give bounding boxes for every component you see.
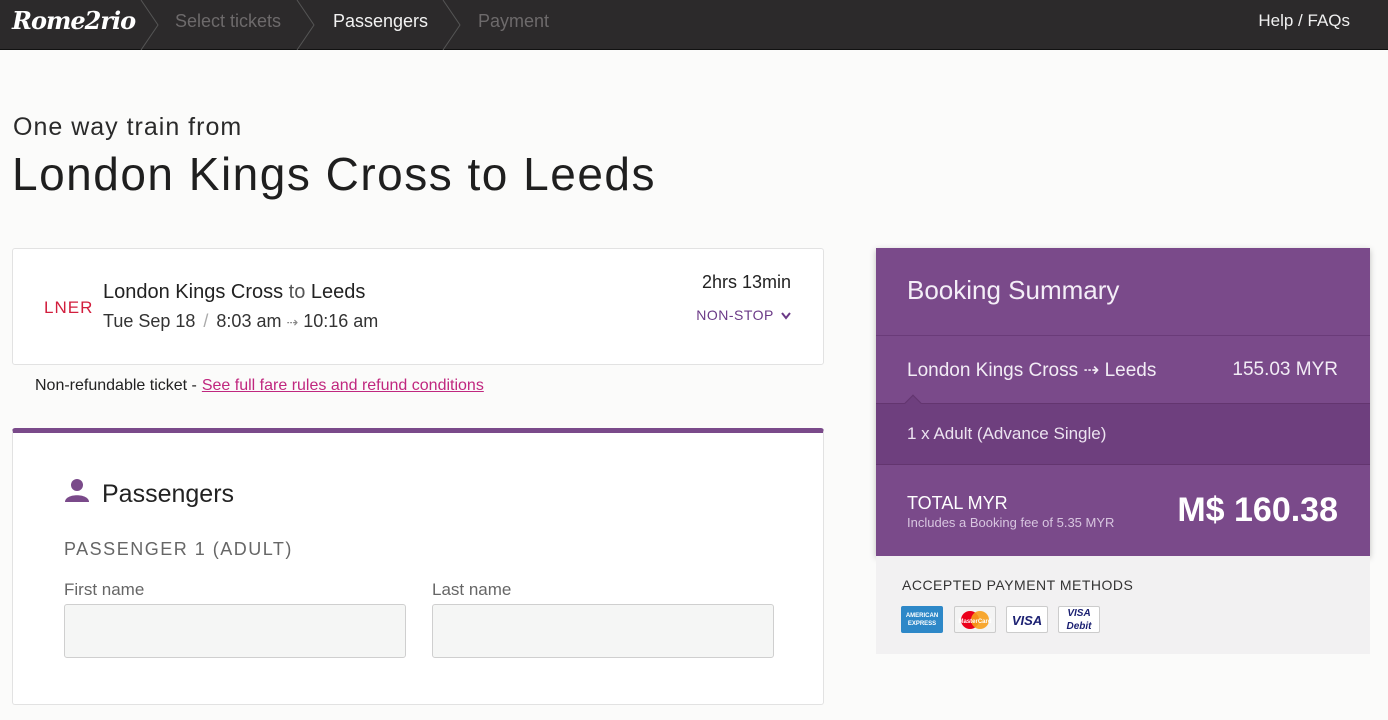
booking-fee-note: Includes a Booking fee of 5.35 MYR <box>907 515 1115 530</box>
passenger-1-heading: PASSENGER 1 (ADULT) <box>64 539 293 559</box>
trip-duration: 2hrs 13min <box>701 272 791 292</box>
payment-methods: ACCEPTED PAYMENT METHODS AMERICAN EXPRES… <box>876 556 1370 654</box>
rome2rio-logo[interactable]: Rome2rio <box>12 6 136 35</box>
passengers-heading: Passengers <box>102 480 235 508</box>
last-name-field[interactable] <box>432 604 774 658</box>
summary-passenger-row: 1 x Adult (Advance Single) <box>876 394 1370 465</box>
non-stop-label: NON-STOP <box>696 307 774 323</box>
fare-rules-link[interactable]: See full fare rules and refund condition… <box>202 377 484 394</box>
summary-title: Booking Summary <box>907 275 1120 305</box>
passengers-card: Passengers PASSENGER 1 (ADULT) First nam… <box>12 428 824 705</box>
fare-notice: Non-refundable ticket - See full fare rul… <box>35 377 484 395</box>
first-name-field[interactable] <box>64 604 406 658</box>
summary-route-price: 155.03 MYR <box>1232 359 1338 380</box>
trip-card: LNER London Kings Cross to Leeds Tue Sep… <box>12 248 824 365</box>
booking-summary: Booking Summary London Kings Cross ⇢ Lee… <box>876 248 1370 556</box>
dotted-arrow-icon: ⇢ <box>286 314 299 330</box>
trip-route: London Kings Cross to Leeds <box>103 281 365 304</box>
payment-methods-label: ACCEPTED PAYMENT METHODS <box>902 577 1134 593</box>
amex-card-icon: AMERICAN EXPRESS <box>901 606 943 633</box>
trip-date: Tue Sep 18 <box>103 311 196 331</box>
page-title: London Kings Cross to Leeds <box>12 148 657 200</box>
summary-route-row: London Kings Cross ⇢ Leeds 155.03 MYR <box>876 336 1370 403</box>
total-amount: M$ 160.38 <box>1177 491 1338 529</box>
trip-destination: Leeds <box>310 281 366 303</box>
step-payment: Payment <box>478 11 550 31</box>
svg-text:MasterCard: MasterCard <box>958 619 991 625</box>
trip-arrive-time: 10:16 am <box>303 311 379 331</box>
summary-passenger-line: 1 x Adult (Advance Single) <box>907 424 1107 443</box>
mastercard-card-icon: MasterCard <box>954 606 996 633</box>
operator-logo: LNER <box>44 298 94 317</box>
step-passengers[interactable]: Passengers <box>333 0 428 50</box>
trip-to-word: to <box>288 281 306 303</box>
breadcrumb-separator-icon <box>140 0 159 50</box>
person-icon <box>65 479 89 502</box>
help-faqs-link[interactable]: Help / FAQs <box>1258 0 1350 42</box>
trip-schedule: Tue Sep 18/8:03 am ⇢ 10:16 am <box>103 311 379 331</box>
summary-header: Booking Summary <box>876 248 1370 336</box>
total-label: TOTAL MYR <box>907 493 1008 513</box>
last-name-label: Last name <box>432 580 512 599</box>
fare-note: Non-refundable ticket - <box>35 377 197 394</box>
step-select-tickets[interactable]: Select tickets <box>175 0 281 50</box>
page-subtitle: One way train from <box>13 113 243 141</box>
non-stop-toggle[interactable]: NON-STOP <box>696 307 791 323</box>
visa-card-icon: VISA <box>1006 606 1048 633</box>
chevron-down-icon <box>781 312 791 320</box>
trip-depart-time: 8:03 am <box>216 311 282 331</box>
breadcrumb-separator-icon <box>296 0 315 50</box>
summary-route: London Kings Cross ⇢ Leeds <box>907 360 1157 381</box>
breadcrumb-separator-icon <box>442 0 461 50</box>
first-name-label: First name <box>64 580 145 599</box>
top-nav-bar: Rome2rio Select tickets Passengers Payme… <box>0 0 1388 50</box>
visa-debit-card-icon: VISA Debit <box>1058 606 1100 633</box>
trip-origin: London Kings Cross <box>103 281 284 303</box>
